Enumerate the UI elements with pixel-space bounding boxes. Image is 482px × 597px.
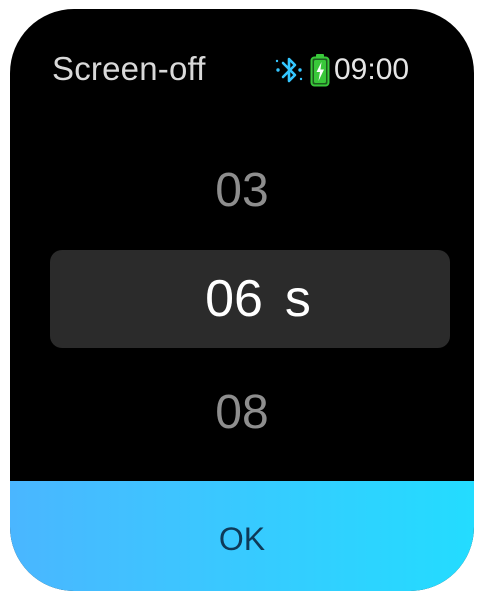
page-title: Screen-off [52, 50, 206, 87]
battery-charging-icon [310, 54, 330, 87]
screen-off-setting-screen: Screen-off 09:00 03 06 s 08 OK [10, 9, 474, 591]
selected-value: 06 [205, 270, 263, 328]
picker-option-previous[interactable]: 03 [10, 163, 474, 219]
status-bar: 09:00 [272, 51, 409, 89]
picker-selected-option[interactable]: 06 s [50, 250, 450, 348]
timeout-picker[interactable]: 03 06 s 08 [10, 139, 474, 469]
ok-button[interactable]: OK [10, 481, 474, 591]
ok-button-label: OK [218, 520, 266, 557]
bluetooth-icon [275, 57, 303, 83]
unit-label: s [284, 270, 311, 328]
clock-time: 09:00 [334, 53, 410, 86]
picker-option-next[interactable]: 08 [10, 385, 474, 441]
